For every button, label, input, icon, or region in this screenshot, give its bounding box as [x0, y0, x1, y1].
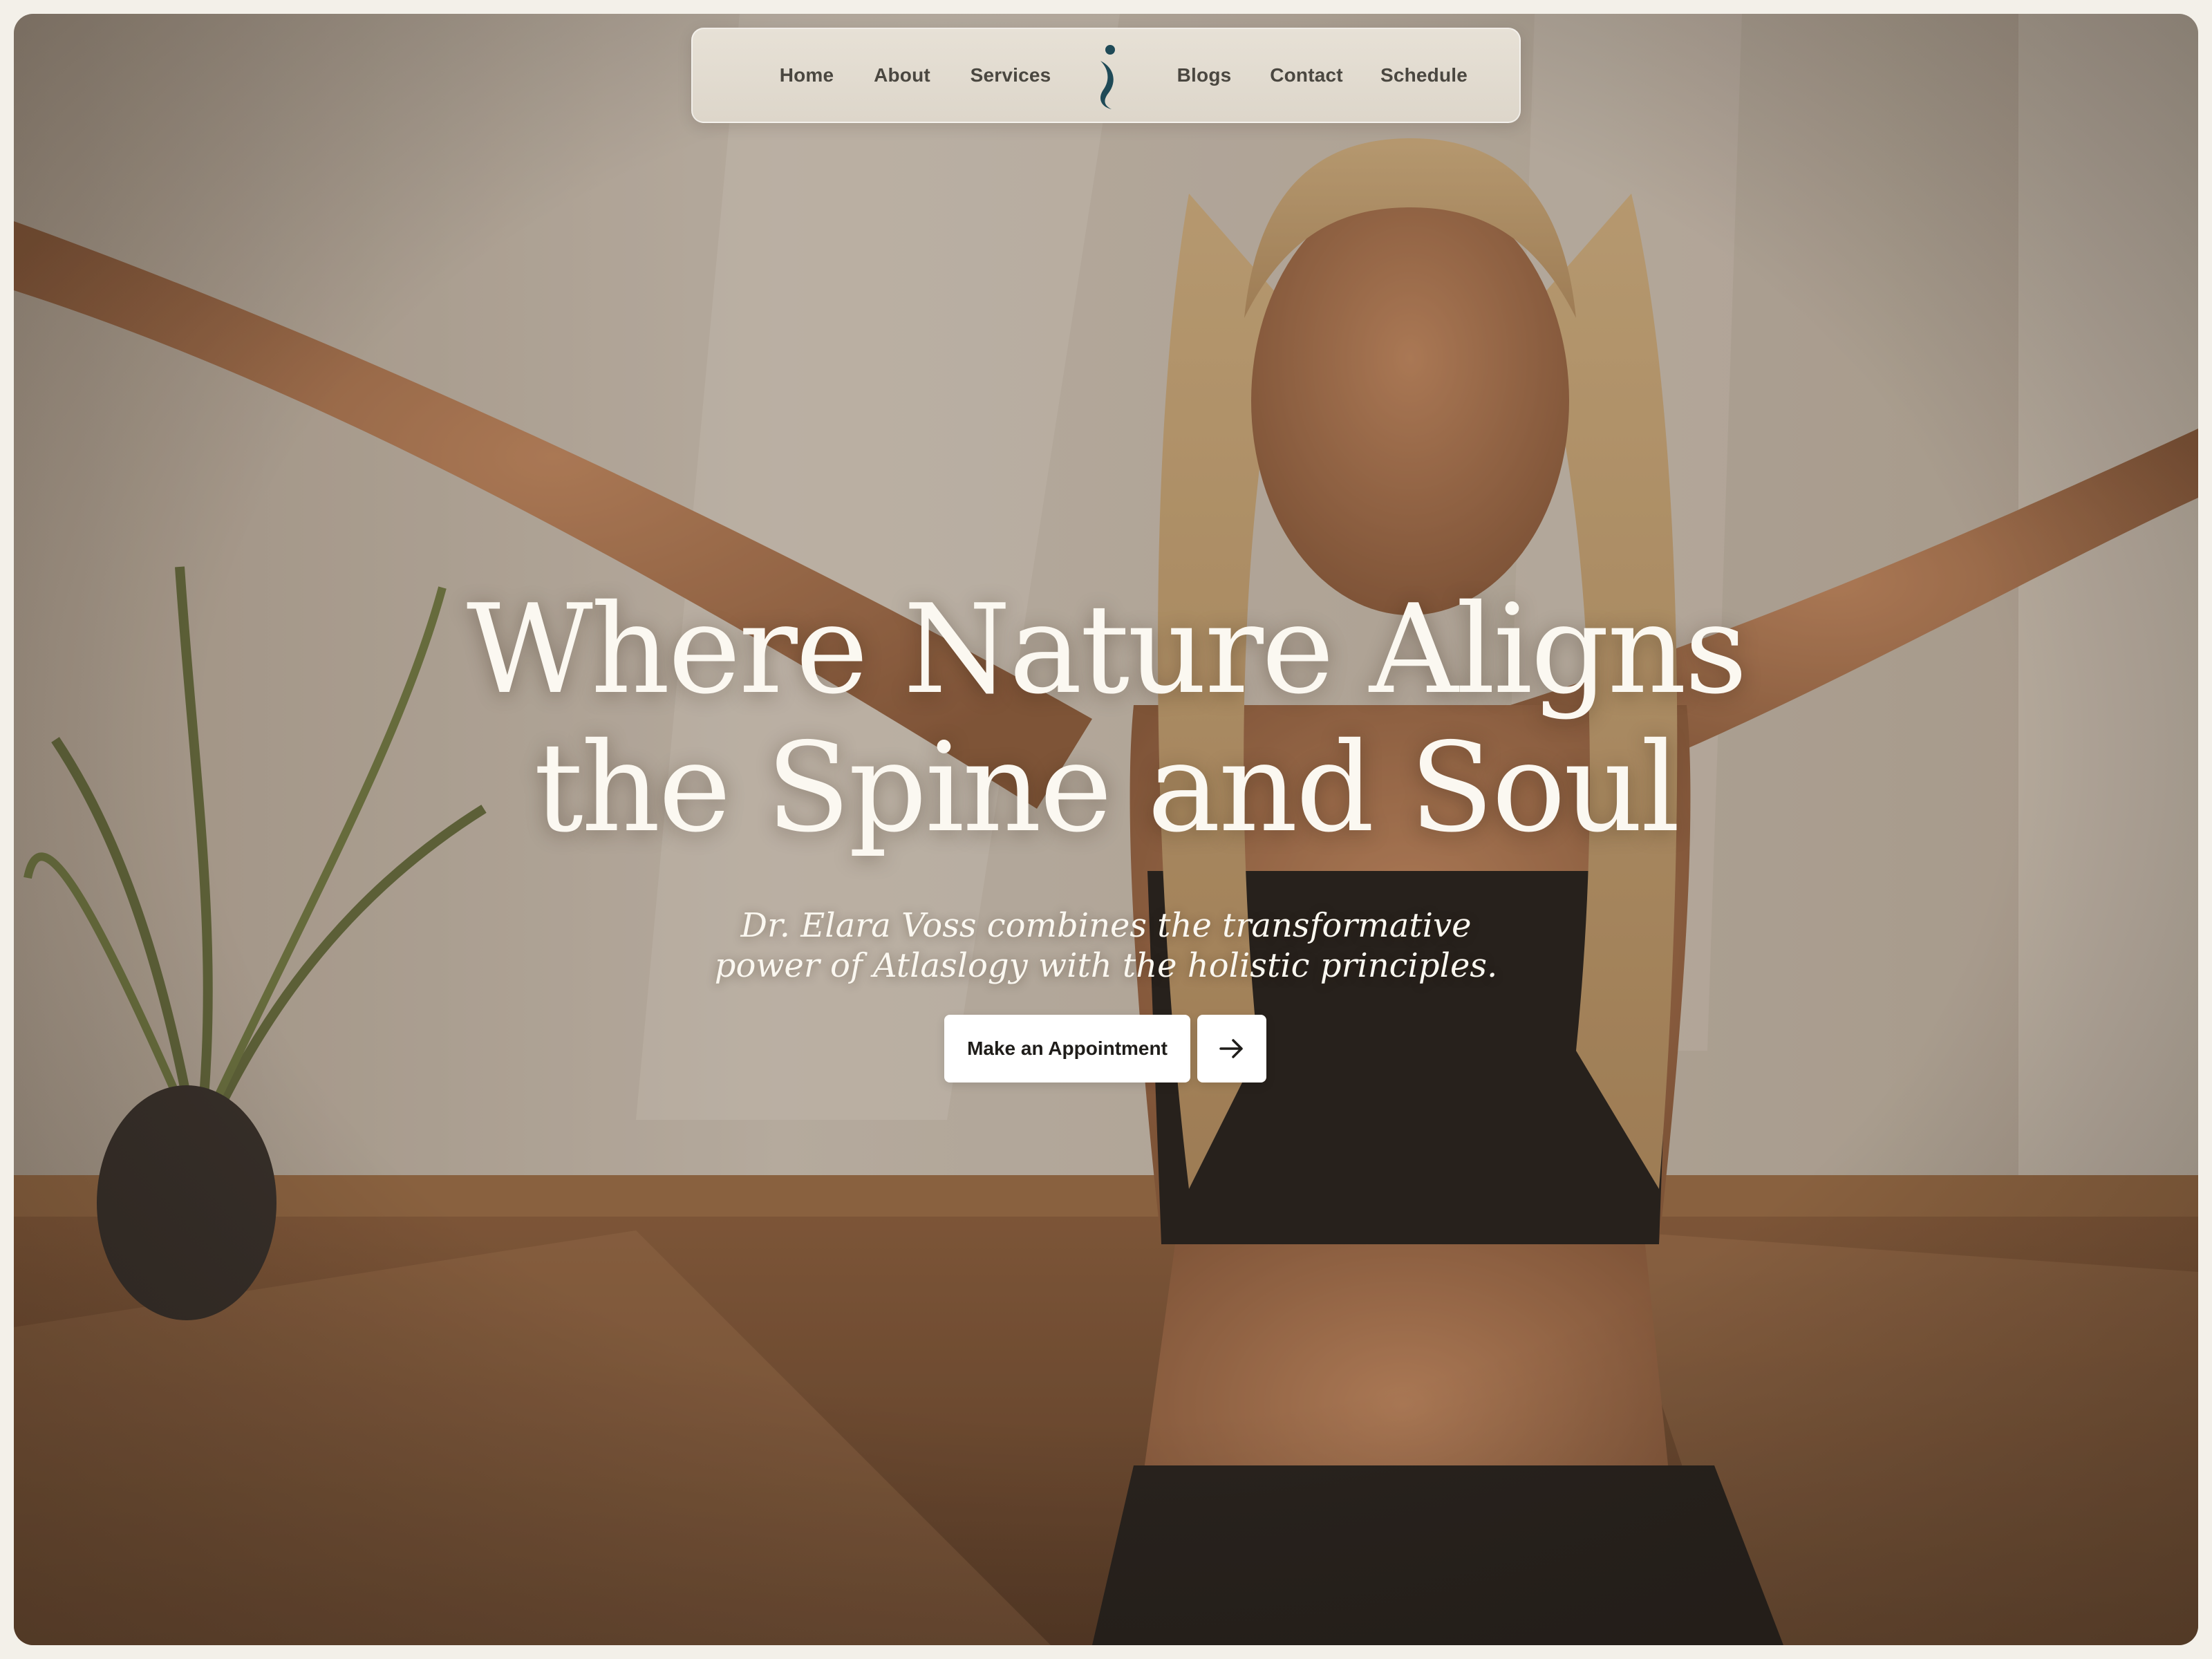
nav-item-home[interactable]: Home [780, 64, 834, 86]
hero-title: Where Nature Aligns the Spine and Soul [14, 581, 2198, 857]
hero-section: Home About Services Blogs Contact Schedu… [14, 14, 2198, 1645]
nav-item-schedule[interactable]: Schedule [1380, 64, 1468, 86]
top-navigation-bar: Home About Services Blogs Contact Schedu… [691, 28, 1521, 123]
arrow-right-icon [1219, 1039, 1243, 1058]
nav-item-blogs[interactable]: Blogs [1177, 64, 1232, 86]
nav-item-about[interactable]: About [874, 64, 930, 86]
nav-item-services[interactable]: Services [971, 64, 1051, 86]
spine-s-logo-icon[interactable] [1094, 43, 1121, 112]
nav-item-contact[interactable]: Contact [1270, 64, 1343, 86]
make-appointment-button[interactable]: Make an Appointment [944, 1015, 1190, 1082]
hero-subtitle: Dr. Elara Voss combines the transformati… [14, 906, 2198, 986]
hero-title-line-1: Where Nature Aligns [466, 578, 1747, 721]
hero-subtitle-line-1: Dr. Elara Voss combines the transformati… [740, 906, 1472, 945]
hero-subtitle-line-2: power of Atlaslogy with the holistic pri… [714, 946, 1498, 985]
hero-title-line-2: the Spine and Soul [534, 716, 1680, 859]
appointment-arrow-button[interactable] [1197, 1015, 1266, 1082]
